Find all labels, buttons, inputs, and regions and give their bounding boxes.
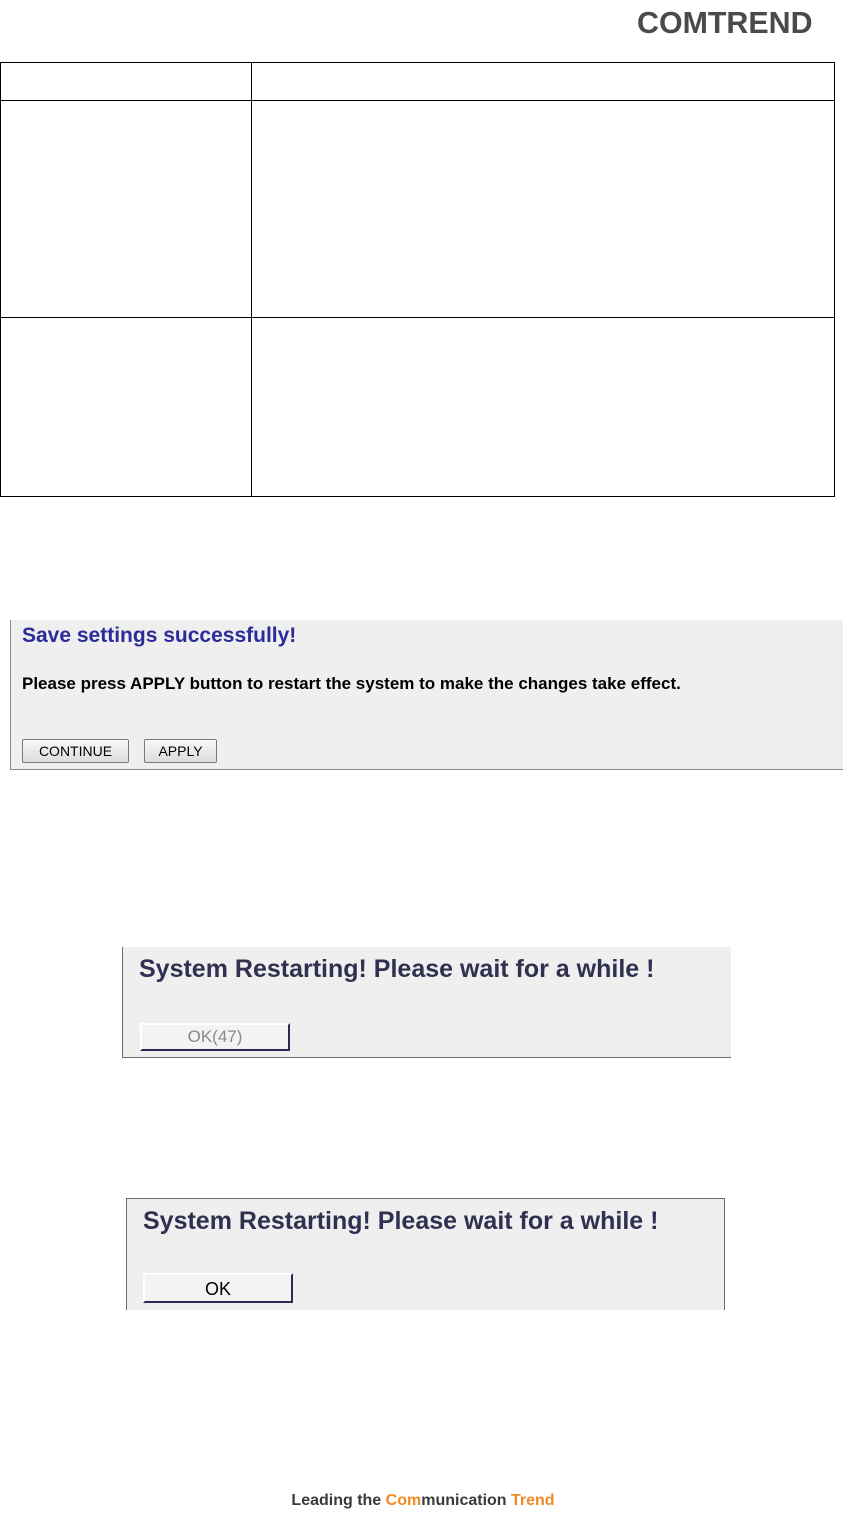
footer-text-3: munication — [421, 1492, 511, 1509]
ok-button[interactable]: OK — [143, 1273, 293, 1303]
comtrend-logo: COMTREND — [637, 6, 840, 40]
save-message: Please press APPLY button to restart the… — [22, 674, 681, 693]
restart-countdown-panel: System Restarting! Please wait for a whi… — [122, 947, 731, 1058]
restart-title: System Restarting! Please wait for a whi… — [143, 1207, 659, 1235]
restart-title: System Restarting! Please wait for a whi… — [139, 955, 655, 983]
table-column-divider — [251, 63, 252, 496]
table-row-divider — [1, 100, 834, 101]
apply-button[interactable]: APPLY — [144, 739, 217, 763]
footer-text-1: Leading the — [291, 1492, 386, 1509]
continue-button[interactable]: CONTINUE — [22, 739, 129, 763]
table-row-divider — [1, 317, 834, 318]
footer-text-4: Trend — [511, 1492, 555, 1509]
restart-done-panel: System Restarting! Please wait for a whi… — [126, 1198, 725, 1310]
footer-tagline: Leading the Communication Trend — [0, 1492, 846, 1510]
logo-text: COMTREND — [637, 5, 813, 40]
document-table — [0, 62, 835, 497]
save-settings-panel: Save settings successfully! Please press… — [10, 620, 843, 770]
ok-countdown-button: OK(47) — [140, 1023, 290, 1051]
save-title: Save settings successfully! — [22, 624, 297, 647]
footer-text-2: Com — [385, 1492, 422, 1509]
